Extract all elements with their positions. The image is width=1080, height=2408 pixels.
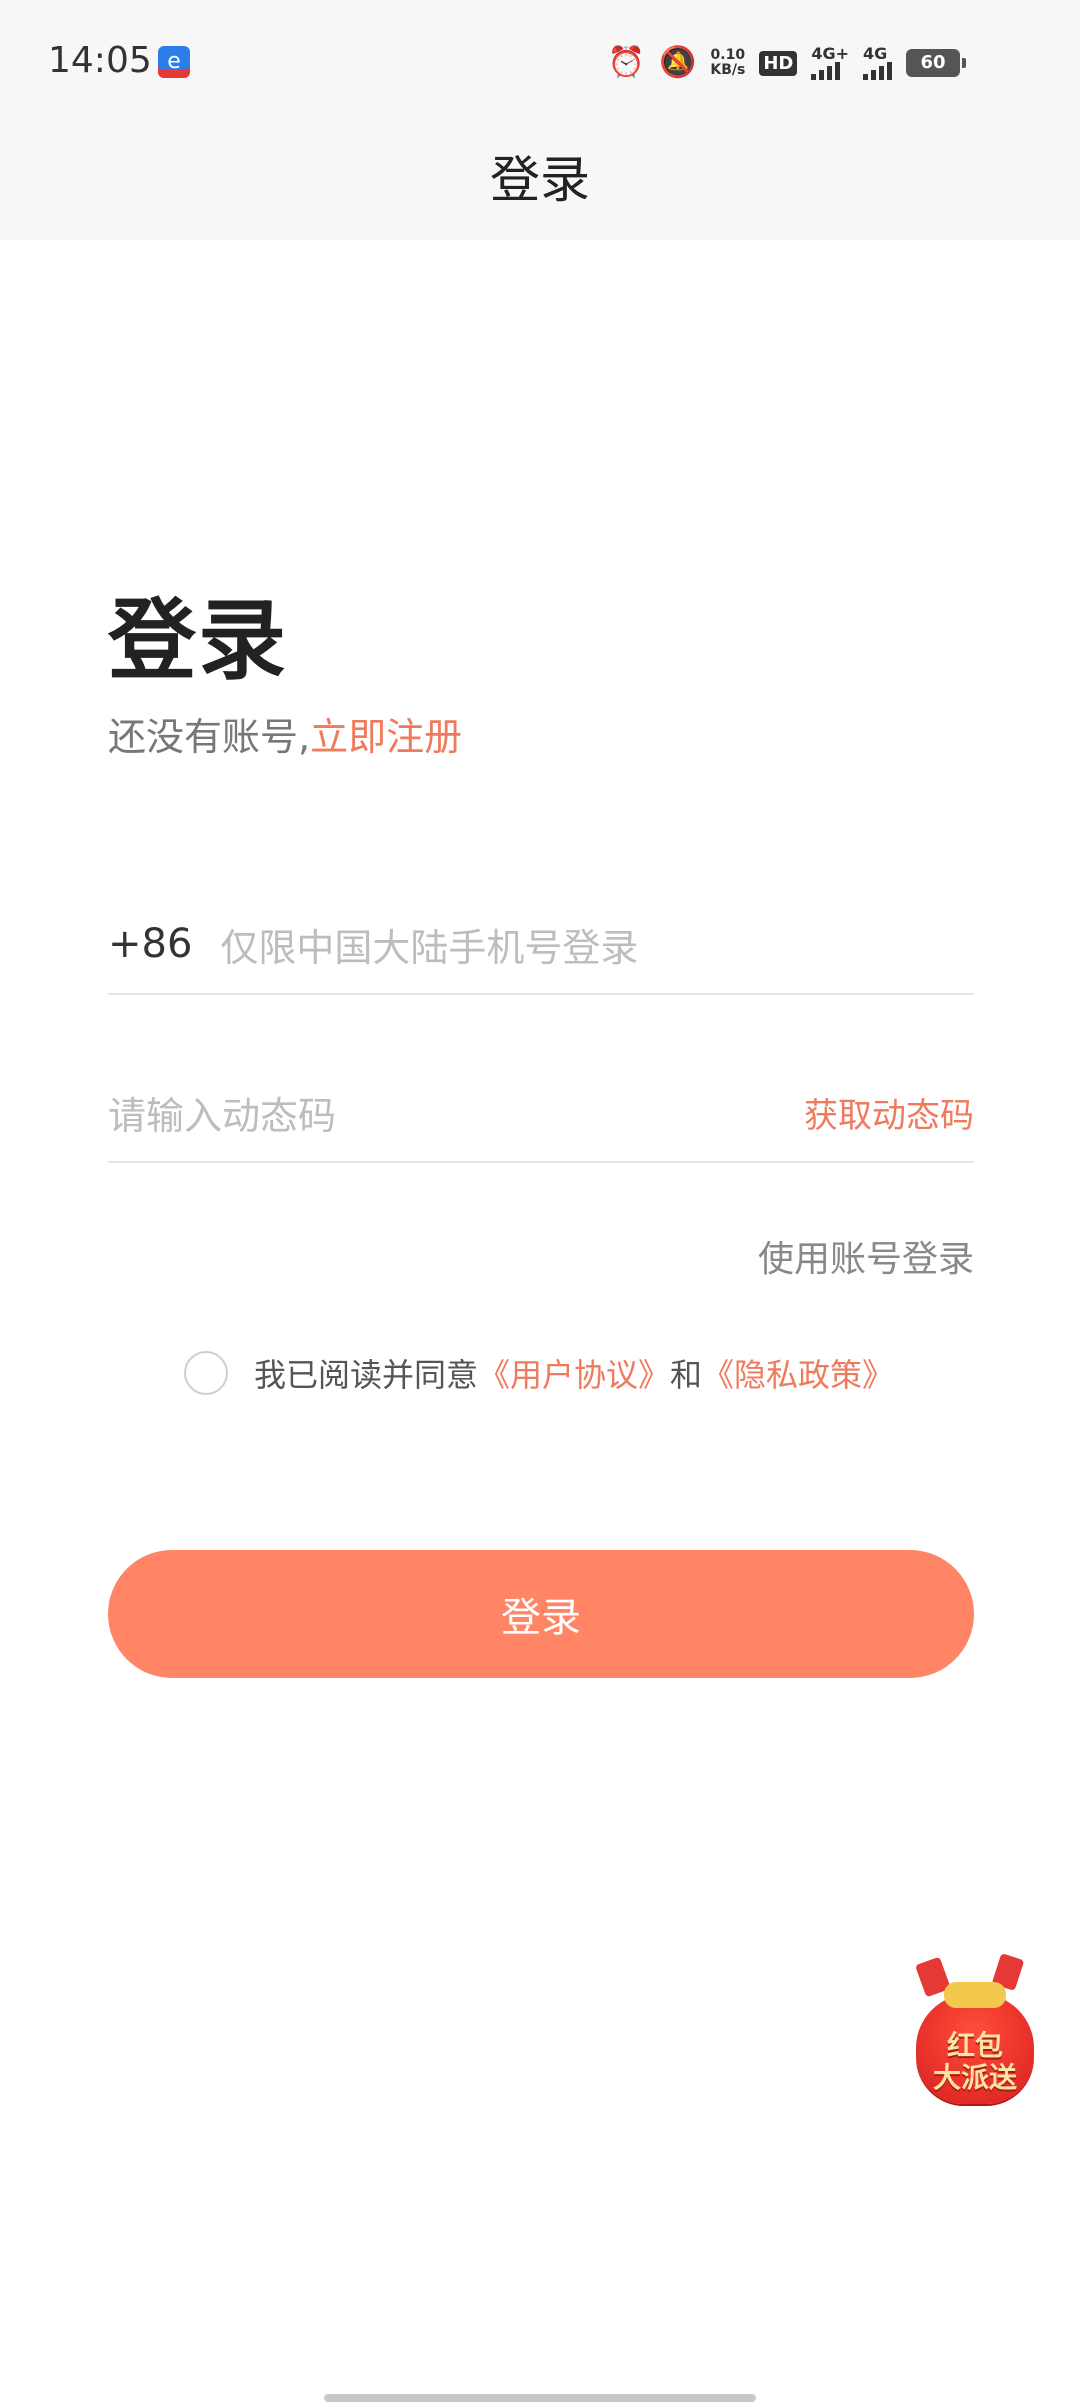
page-title: 登录 [490, 151, 590, 209]
status-time: 14:05 [48, 40, 152, 81]
agree-and: 和 [670, 1356, 703, 1394]
net-speed-unit: KB/s [710, 62, 746, 78]
signal-bars-icon [863, 62, 892, 80]
agreement-row: 我已阅读并同意《用户协议》和《隐私政策》 [184, 1350, 894, 1396]
login-heading: 登录 [108, 589, 289, 692]
code-input[interactable]: 请输入动态码 [108, 1085, 804, 1140]
agreement-text: 我已阅读并同意《用户协议》和《隐私政策》 [254, 1350, 894, 1396]
phone-field: +86 仅限中国大陆手机号登录 [108, 895, 974, 995]
code-field: 请输入动态码 获取动态码 [108, 1063, 974, 1163]
home-indicator[interactable] [324, 2394, 756, 2402]
status-icons: ⏰ 🔕 0.10 KB/s HD 4G+ 4G 60 [607, 40, 966, 86]
network-speed: 0.10 KB/s [710, 48, 745, 78]
mute-bell-icon: 🔕 [658, 45, 697, 80]
promo-line-2: 大派送 [932, 2061, 1017, 2094]
get-code-button[interactable]: 获取动态码 [804, 1088, 974, 1137]
country-code[interactable]: +86 [108, 921, 192, 967]
promo-line-1: 红包 [946, 2029, 1003, 2062]
phone-input[interactable]: 仅限中国大陆手机号登录 [220, 917, 974, 972]
signal-bars-icon [811, 62, 841, 80]
bag-knot [944, 1982, 1006, 2008]
battery-icon: 60 [906, 49, 966, 77]
browser-app-icon: e [158, 46, 190, 78]
login-screen: 14:05 e ⏰ 🔕 0.10 KB/s HD 4G+ 4G 60 登录 登录… [0, 0, 1080, 2408]
signal-2-label: 4G [863, 44, 888, 63]
register-link[interactable]: 立即注册 [310, 715, 462, 759]
hd-voice-icon: HD [759, 50, 798, 76]
top-bar: 14:05 e ⏰ 🔕 0.10 KB/s HD 4G+ 4G 60 登录 [0, 0, 1080, 240]
signal-1: 4G+ [811, 46, 849, 80]
signal-2: 4G [863, 46, 892, 80]
promo-text: 红包 大派送 [916, 2030, 1034, 2094]
alarm-icon: ⏰ [607, 45, 645, 80]
net-speed-value: 0.10 [710, 47, 746, 63]
no-account-text: 还没有账号, [108, 715, 311, 759]
register-prompt: 还没有账号,立即注册 [108, 706, 462, 761]
agree-checkbox[interactable] [184, 1351, 228, 1395]
agree-prefix: 我已阅读并同意 [254, 1356, 479, 1394]
privacy-policy-link[interactable]: 《隐私政策》 [702, 1356, 894, 1394]
user-agreement-link[interactable]: 《用户协议》 [478, 1356, 670, 1394]
account-login-link[interactable]: 使用账号登录 [758, 1230, 974, 1282]
red-packet-promo[interactable]: 红包 大派送 [900, 1953, 1050, 2114]
login-button[interactable]: 登录 [108, 1550, 974, 1678]
signal-1-label: 4G+ [811, 44, 849, 63]
